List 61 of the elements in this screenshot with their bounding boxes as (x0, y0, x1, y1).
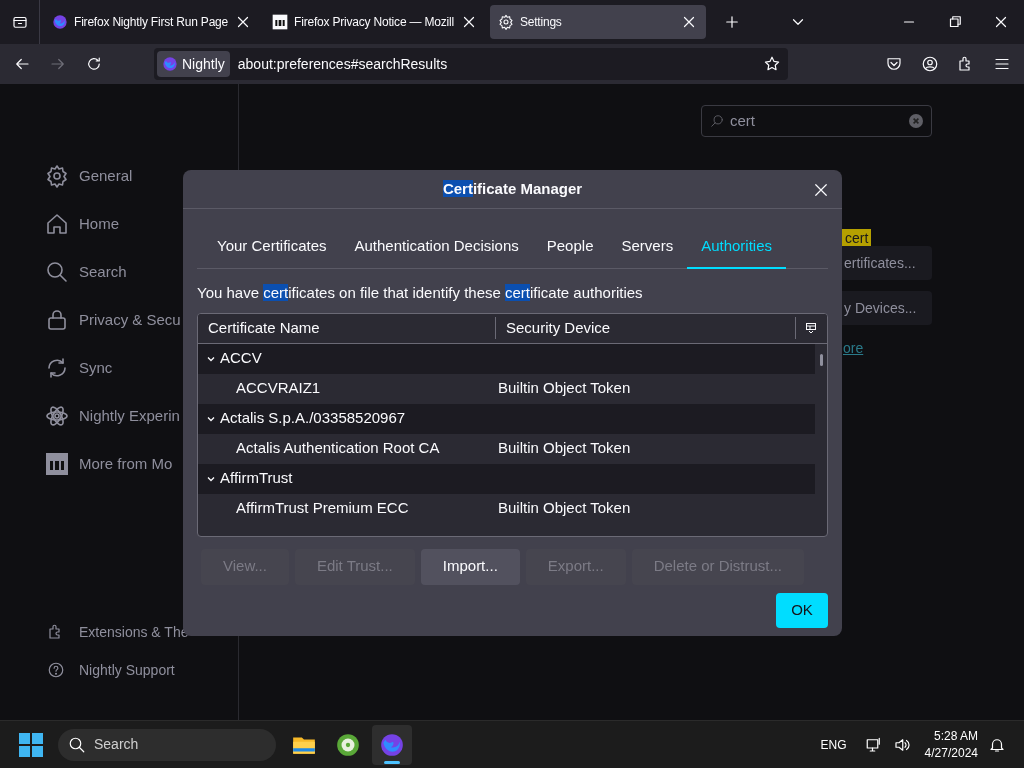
browser-logo-icon (52, 14, 68, 30)
group-row[interactable]: Actalis S.p.A./03358520967 (198, 403, 815, 434)
clock-time[interactable]: 5:28 AM (933, 727, 978, 745)
description-text: You have certificates on file that identify these certificate authorities (197, 283, 644, 303)
help-icon (47, 661, 65, 679)
table-cell-text: Builtin Object Token (497, 378, 631, 399)
learn-more-link[interactable]: ore (843, 338, 864, 359)
gear-icon (497, 14, 514, 30)
atom-icon (45, 404, 69, 428)
browser-tab[interactable]: Settings (489, 5, 706, 39)
settings-filter-field[interactable]: cert (701, 105, 932, 137)
tab-title: Settings (519, 14, 563, 31)
dialog-button[interactable]: Import... (420, 548, 520, 585)
monitor-icon[interactable] (864, 735, 883, 754)
start-icon[interactable] (18, 731, 44, 758)
home-icon (45, 212, 69, 236)
dialog-title: Certificate Manager (442, 178, 583, 199)
dialog-tab[interactable]: Servers (607, 225, 688, 269)
taskbar-app[interactable] (372, 724, 412, 765)
table-cell-text: Builtin Object Token (497, 438, 631, 459)
clock-date[interactable]: 4/27/2024 (924, 744, 978, 762)
gear-icon (45, 164, 69, 188)
lock-icon (45, 308, 69, 332)
identity-button[interactable]: Nightly (157, 51, 230, 77)
group-row[interactable]: ACCV (198, 343, 815, 374)
dialog-tab[interactable]: People (532, 225, 608, 269)
language-indicator[interactable]: ENG (820, 735, 847, 754)
table-cell-text: AffirmTrust Premium ECC (235, 498, 410, 519)
dialog-tab[interactable]: Authorities (687, 225, 787, 269)
browser-tab[interactable]: Firefox Nightly First Run Page (44, 5, 261, 39)
column-header[interactable]: Certificate Name (198, 316, 496, 340)
disc-icon (335, 731, 361, 758)
browser-tab[interactable]: Firefox Privacy Notice — Mozill (264, 5, 486, 39)
sync-icon (45, 356, 69, 380)
m-logo-icon (45, 452, 69, 476)
active-indicator (384, 760, 400, 764)
scrollbar-thumb[interactable] (820, 353, 823, 366)
table-cell-text: Builtin Object Token (497, 498, 631, 519)
taskbar-search-field[interactable]: Search (58, 728, 276, 761)
browser-logo-icon (162, 56, 178, 72)
browser-logo-icon (379, 731, 405, 758)
address-bar[interactable]: Nightly about:preferences#searchResults (154, 48, 788, 80)
ok-button[interactable]: OK (776, 592, 828, 628)
dialog-tab[interactable]: Authentication Decisions (340, 225, 533, 269)
search-icon (45, 260, 69, 284)
search-icon (710, 114, 724, 128)
m-logo-icon (272, 14, 289, 30)
clear-icon[interactable] (909, 114, 923, 128)
tab-title: Firefox Nightly First Run Page (74, 14, 229, 31)
table-cell-text: ACCVRAIZ1 (235, 378, 322, 399)
search-icon (68, 735, 86, 754)
sidebar-item[interactable]: General (45, 164, 238, 188)
url-text: about:preferences#searchResults (237, 54, 449, 74)
group-row[interactable]: AffirmTrust (198, 463, 815, 494)
sidebar-link[interactable]: Nightly Support (45, 660, 238, 680)
table-cell-text: Actalis Authentication Root CA (235, 438, 441, 459)
tab-title: Firefox Privacy Notice — Mozill (294, 14, 454, 31)
column-picker-icon[interactable] (806, 323, 816, 333)
settings-button[interactable]: y Devices... (842, 291, 932, 325)
column-header[interactable]: Security Device (496, 316, 796, 340)
settings-button[interactable]: ertificates... (842, 246, 932, 280)
